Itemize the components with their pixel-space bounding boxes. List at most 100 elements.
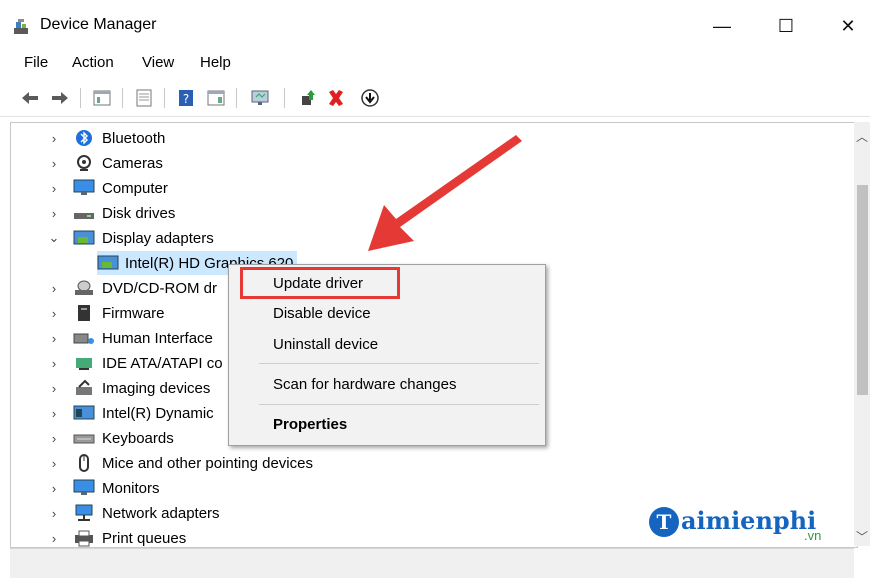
chevron-down-icon[interactable]: ⌄ <box>47 230 61 246</box>
minimize-button[interactable]: — <box>700 8 744 44</box>
chevron-right-icon[interactable]: › <box>47 381 61 396</box>
monitor-scan-icon[interactable] <box>250 88 270 108</box>
tree-label: Display adapters <box>102 229 214 247</box>
mouse-icon <box>79 454 89 472</box>
tree-node-intel-dynamic[interactable]: › Intel(R) Dynamic <box>47 401 214 425</box>
menu-properties[interactable]: Properties <box>273 416 347 433</box>
tree-label: Keyboards <box>102 429 174 447</box>
chevron-right-icon[interactable]: › <box>47 156 61 171</box>
intel-dynamic-icon <box>73 405 95 420</box>
chevron-right-icon[interactable]: › <box>47 506 61 521</box>
chevron-right-icon[interactable]: › <box>47 456 61 471</box>
computer-icon <box>73 179 95 195</box>
chevron-right-icon[interactable]: › <box>47 131 61 146</box>
tree-label: Bluetooth <box>102 129 166 147</box>
menu-scan-hardware[interactable]: Scan for hardware changes <box>273 376 456 393</box>
tree-node-network-adapters[interactable]: › Network adapters <box>47 501 220 525</box>
scrollbar-thumb[interactable] <box>857 185 868 395</box>
view-icon[interactable] <box>206 88 226 108</box>
chevron-right-icon[interactable]: › <box>47 481 61 496</box>
dvd-drive-icon <box>75 280 93 295</box>
display-adapter-icon <box>73 230 95 245</box>
show-hide-tree-icon[interactable] <box>92 88 112 108</box>
tree-label: Imaging devices <box>102 379 211 397</box>
tree-label: Intel(R) Dynamic <box>102 404 214 422</box>
ide-controller-icon <box>76 358 92 370</box>
enable-device-icon[interactable] <box>298 88 318 108</box>
chevron-right-icon[interactable]: › <box>47 431 61 446</box>
chevron-right-icon[interactable]: › <box>47 331 61 346</box>
tree-label: IDE ATA/ATAPI co <box>102 354 223 372</box>
menu-file[interactable]: File <box>24 54 48 71</box>
tree-node-mice[interactable]: › Mice and other pointing devices <box>47 451 313 475</box>
menu-separator <box>259 404 539 405</box>
annotation-arrow-icon <box>368 135 522 251</box>
tree-node-firmware[interactable]: › Firmware <box>47 301 165 325</box>
tree-node-print-queues[interactable]: › Print queues <box>47 526 187 547</box>
tree-node-computer[interactable]: › Computer <box>47 176 168 200</box>
tree-label: Print queues <box>102 529 187 547</box>
forward-arrow-icon[interactable] <box>50 88 70 108</box>
menu-view[interactable]: View <box>142 54 174 71</box>
chevron-right-icon[interactable]: › <box>47 306 61 321</box>
properties-icon[interactable] <box>134 88 154 108</box>
tree-label: Firmware <box>102 304 165 322</box>
bluetooth-icon <box>76 130 92 146</box>
scroll-down-icon[interactable]: ﹀ <box>856 528 868 545</box>
scroll-up-icon[interactable]: ︿ <box>856 128 868 145</box>
tree-node-disk-drives[interactable]: › Disk drives <box>47 201 176 225</box>
svg-text:T: T <box>657 510 672 534</box>
monitor-icon <box>73 479 95 495</box>
maximize-button[interactable]: ☐ <box>764 8 808 44</box>
network-adapter-icon <box>75 504 93 521</box>
keyboard-icon <box>73 434 95 444</box>
menu-help[interactable]: Help <box>200 54 231 71</box>
chevron-right-icon[interactable]: › <box>47 281 61 296</box>
tree-node-ide-ata[interactable]: › IDE ATA/ATAPI co <box>47 351 223 375</box>
chevron-right-icon[interactable]: › <box>47 356 61 371</box>
tree-label: Computer <box>102 179 168 197</box>
tree-node-imaging-devices[interactable]: › Imaging devices <box>47 376 211 400</box>
menu-disable-device[interactable]: Disable device <box>273 305 371 322</box>
tree-label: Network adapters <box>102 504 220 522</box>
taimienphi-logo-icon: T <box>649 507 679 537</box>
uninstall-x-icon[interactable] <box>326 88 346 108</box>
watermark-text: aimienphi <box>681 506 817 535</box>
status-bar <box>10 548 854 578</box>
toolbar: ? <box>0 80 870 117</box>
tree-label: Mice and other pointing devices <box>102 454 313 472</box>
tree-node-dvd-cdrom[interactable]: › DVD/CD-ROM dr <box>47 276 217 300</box>
menu-separator <box>259 363 539 364</box>
help-icon[interactable]: ? <box>176 88 196 108</box>
tree-label: Human Interface <box>102 329 213 347</box>
highlight-box <box>240 267 400 299</box>
chevron-right-icon[interactable]: › <box>47 406 61 421</box>
close-button[interactable]: ✕ <box>826 8 870 44</box>
window-title: Device Manager <box>40 16 157 33</box>
chevron-right-icon[interactable]: › <box>47 206 61 221</box>
device-manager-icon <box>14 19 28 34</box>
tree-label: Disk drives <box>102 204 176 222</box>
download-driver-icon[interactable] <box>360 88 380 108</box>
tree-node-monitors[interactable]: › Monitors <box>47 476 160 500</box>
tree-node-display-adapters[interactable]: ⌄ Display adapters <box>47 226 214 250</box>
tree-node-keyboards[interactable]: › Keyboards <box>47 426 174 450</box>
camera-icon <box>77 155 91 171</box>
back-arrow-icon[interactable] <box>20 88 40 108</box>
imaging-device-icon <box>76 379 92 395</box>
menu-uninstall-device[interactable]: Uninstall device <box>273 336 378 353</box>
display-adapter-icon <box>97 255 119 270</box>
firmware-icon <box>78 305 90 321</box>
tree-label: DVD/CD-ROM dr <box>102 279 217 297</box>
chevron-right-icon[interactable]: › <box>47 181 61 196</box>
tree-node-human-interface[interactable]: › Human Interface <box>47 326 213 350</box>
tree-label: Cameras <box>102 154 163 172</box>
tree-label: Monitors <box>102 479 160 497</box>
disk-drive-icon <box>74 213 94 219</box>
tree-node-cameras[interactable]: › Cameras <box>47 151 163 175</box>
chevron-right-icon[interactable]: › <box>47 531 61 546</box>
tree-node-bluetooth[interactable]: › Bluetooth <box>47 126 166 150</box>
menu-action[interactable]: Action <box>72 54 114 71</box>
title-bar: Device Manager — ☐ ✕ <box>0 0 870 52</box>
watermark-suffix: .vn <box>804 528 822 543</box>
